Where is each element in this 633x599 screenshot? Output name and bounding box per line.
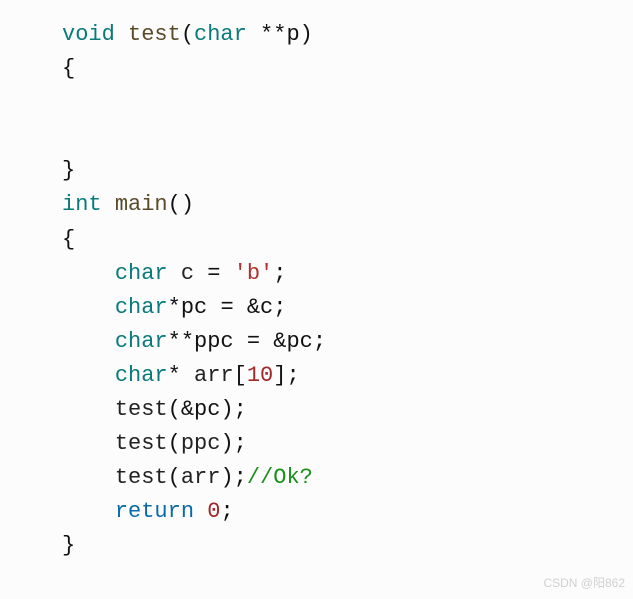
semicolon: ;	[234, 431, 247, 456]
func-main: main	[115, 192, 168, 217]
keyword-return: return	[115, 499, 194, 524]
char-literal-b: 'b'	[234, 261, 274, 286]
space	[194, 499, 207, 524]
brace-close: }	[62, 158, 75, 183]
func-test: test	[128, 22, 181, 47]
code-line-6: int main()	[62, 188, 633, 222]
indent	[62, 329, 115, 354]
brace-open: {	[62, 56, 75, 81]
space	[207, 295, 220, 320]
watermark-text: CSDN @阳862	[543, 574, 625, 593]
open-paren: (	[181, 22, 194, 47]
close-paren: )	[220, 465, 233, 490]
indent	[62, 465, 115, 490]
comment-ok: //Ok?	[247, 465, 313, 490]
code-line-7: {	[62, 223, 633, 257]
space	[260, 329, 273, 354]
arg-arr: arr	[181, 465, 221, 490]
open-bracket: [	[234, 363, 247, 388]
param-p: **p	[260, 22, 300, 47]
code-line-15: return 0;	[62, 495, 633, 529]
keyword-char: char	[115, 363, 168, 388]
space	[115, 22, 128, 47]
keyword-int: int	[62, 192, 102, 217]
semicolon: ;	[234, 397, 247, 422]
equals: =	[220, 295, 233, 320]
addr-c: &c	[247, 295, 273, 320]
close-paren: )	[181, 192, 194, 217]
indent	[62, 363, 115, 388]
space	[168, 261, 181, 286]
arg-addr-pc: &pc	[181, 397, 221, 422]
open-paren: (	[168, 397, 181, 422]
close-paren: )	[300, 22, 313, 47]
semicolon: ;	[286, 363, 299, 388]
space	[234, 295, 247, 320]
close-paren: )	[220, 431, 233, 456]
code-line-2: {	[62, 52, 633, 86]
space	[181, 363, 194, 388]
indent	[62, 261, 115, 286]
call-test: test	[115, 397, 168, 422]
equals: =	[247, 329, 260, 354]
close-bracket: ]	[273, 363, 286, 388]
indent	[62, 499, 115, 524]
keyword-void: void	[62, 22, 115, 47]
brace-close: }	[62, 533, 75, 558]
space	[234, 329, 247, 354]
keyword-char: char	[115, 329, 168, 354]
var-c: c	[181, 261, 194, 286]
space	[247, 22, 260, 47]
close-paren: )	[220, 397, 233, 422]
code-line-12: test(&pc);	[62, 393, 633, 427]
open-paren: (	[168, 431, 181, 456]
space	[194, 261, 207, 286]
code-line-1: void test(char **p)	[62, 18, 633, 52]
indent	[62, 431, 115, 456]
semicolon: ;	[273, 295, 286, 320]
code-line-8: char c = 'b';	[62, 257, 633, 291]
code-line-16: }	[62, 529, 633, 563]
semicolon: ;	[220, 499, 233, 524]
indent	[62, 397, 115, 422]
code-line-10: char**ppc = &pc;	[62, 325, 633, 359]
keyword-char: char	[115, 295, 168, 320]
brace-open: {	[62, 227, 75, 252]
space	[102, 192, 115, 217]
keyword-char: char	[194, 22, 247, 47]
equals: =	[207, 261, 220, 286]
semicolon: ;	[273, 261, 286, 286]
code-line-9: char*pc = &c;	[62, 291, 633, 325]
code-block: void test(char **p) { } int main() { cha…	[62, 18, 633, 564]
code-line-13: test(ppc);	[62, 427, 633, 461]
semicolon: ;	[234, 465, 247, 490]
space	[220, 261, 233, 286]
num-0: 0	[207, 499, 220, 524]
call-test: test	[115, 465, 168, 490]
keyword-char: char	[115, 261, 168, 286]
open-paren: (	[168, 465, 181, 490]
open-paren: (	[168, 192, 181, 217]
call-test: test	[115, 431, 168, 456]
num-10: 10	[247, 363, 273, 388]
var-ppc: **ppc	[168, 329, 234, 354]
indent	[62, 295, 115, 320]
var-arr: arr	[194, 363, 234, 388]
addr-pc: &pc	[273, 329, 313, 354]
star: *	[168, 363, 181, 388]
semicolon: ;	[313, 329, 326, 354]
code-line-3	[62, 86, 633, 120]
var-pc: *pc	[168, 295, 208, 320]
code-line-11: char* arr[10];	[62, 359, 633, 393]
code-line-14: test(arr);//Ok?	[62, 461, 633, 495]
code-line-5: }	[62, 154, 633, 188]
code-line-4	[62, 120, 633, 154]
arg-ppc: ppc	[181, 431, 221, 456]
